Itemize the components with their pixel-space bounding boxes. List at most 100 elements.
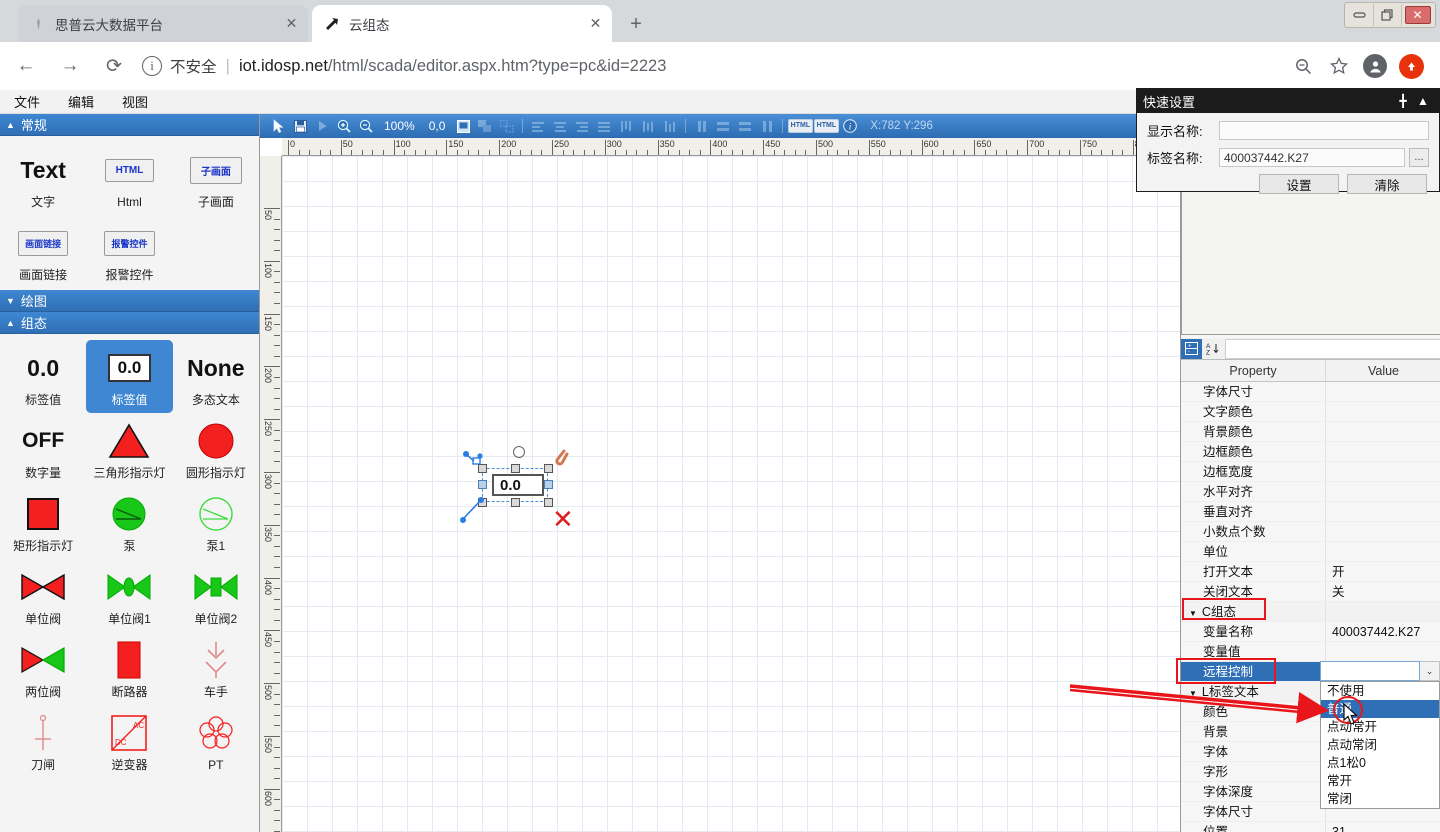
chevron-down-icon-dropdown[interactable]: ⌄	[1420, 661, 1440, 681]
property-row[interactable]: 关闭文本关	[1181, 582, 1440, 602]
property-value[interactable]	[1326, 382, 1440, 401]
group-icon[interactable]	[475, 117, 495, 135]
zoom-out-icon[interactable]	[1288, 51, 1318, 81]
ungroup-icon[interactable]	[497, 117, 517, 135]
tag-name-input[interactable]	[1219, 148, 1405, 167]
property-value[interactable]: 关	[1326, 582, 1440, 601]
palette-item-circle-lamp[interactable]: 圆形指示灯	[173, 413, 259, 486]
property-value[interactable]	[1326, 402, 1440, 421]
window-restore-button[interactable]	[1373, 4, 1401, 26]
zoom-in-icon[interactable]	[334, 117, 354, 135]
set-button[interactable]: 设置	[1259, 174, 1339, 194]
rotate-handle-icon[interactable]	[513, 446, 525, 458]
property-value[interactable]	[1326, 462, 1440, 481]
palette-item-valve[interactable]: 单位阀	[0, 559, 86, 632]
connector-handle-icon[interactable]	[460, 496, 486, 529]
palette-item-digital[interactable]: OFF 数字量	[0, 413, 86, 486]
remote-control-combobox[interactable]: ⌄	[1320, 661, 1440, 681]
palette-section-scada[interactable]: ▲ 组态	[0, 312, 259, 334]
align-bottom-icon[interactable]	[660, 117, 680, 135]
property-row[interactable]: 字体尺寸	[1181, 382, 1440, 402]
forward-button[interactable]: →	[52, 48, 88, 84]
property-row[interactable]: 文字颜色	[1181, 402, 1440, 422]
palette-item-inverter[interactable]: ACDC 逆变器	[86, 705, 172, 778]
selected-component[interactable]: 0.0 ✕	[462, 446, 572, 526]
align-middle-icon[interactable]	[638, 117, 658, 135]
dropdown-option[interactable]: 点1松0	[1321, 754, 1439, 772]
dropdown-option[interactable]: 常开	[1321, 772, 1439, 790]
distribute-h-icon[interactable]	[757, 117, 777, 135]
html-export-icon[interactable]: HTML	[788, 117, 812, 135]
property-row[interactable]: 垂直对齐	[1181, 502, 1440, 522]
tag-browse-button[interactable]: ...	[1409, 148, 1429, 167]
palette-section-general[interactable]: ▲ 常规	[0, 114, 259, 136]
design-canvas[interactable]: 0.0 ✕	[282, 156, 1180, 832]
palette-item-triangle-lamp[interactable]: 三角形指示灯	[86, 413, 172, 486]
dropdown-option[interactable]: 点动常闭	[1321, 736, 1439, 754]
back-button[interactable]: ←	[8, 48, 44, 84]
palette-item-pump[interactable]: 泵	[86, 486, 172, 559]
property-row[interactable]: 小数点个数	[1181, 522, 1440, 542]
resize-handle-nw[interactable]	[478, 464, 487, 473]
palette-item-knife-switch[interactable]: 刀闸	[0, 705, 86, 778]
paperclip-icon[interactable]	[552, 448, 570, 473]
address-bar[interactable]: i 不安全 | iot.idosp.net/html/scada/editor.…	[142, 55, 1288, 77]
palette-item-subscreen[interactable]: 子画面 子画面	[173, 142, 259, 215]
property-value[interactable]	[1326, 482, 1440, 501]
align-left-icon[interactable]	[528, 117, 548, 135]
palette-item-screenlink[interactable]: 画面链接 画面链接	[0, 215, 86, 288]
play-icon[interactable]	[312, 117, 332, 135]
palette-item-valve1[interactable]: 单位阀1	[86, 559, 172, 632]
minimize-icon[interactable]: ▲	[1413, 94, 1433, 108]
same-width-icon[interactable]	[713, 117, 733, 135]
dropdown-option[interactable]: 常闭	[1321, 790, 1439, 808]
menu-view[interactable]: 视图	[108, 92, 162, 111]
menu-edit[interactable]: 编辑	[54, 92, 108, 111]
browser-tab-2-close-icon[interactable]: ✕	[587, 15, 604, 32]
property-row[interactable]: 边框颜色	[1181, 442, 1440, 462]
window-minimize-button[interactable]	[1345, 4, 1373, 26]
menu-file[interactable]: 文件	[0, 92, 54, 111]
resize-handle-s[interactable]	[511, 498, 520, 507]
display-name-input[interactable]	[1219, 121, 1429, 140]
property-value[interactable]	[1326, 502, 1440, 521]
dropdown-option[interactable]: 不使用	[1321, 682, 1439, 700]
property-value[interactable]: 开	[1326, 562, 1440, 581]
palette-item-pump1[interactable]: 泵1	[173, 486, 259, 559]
palette-item-alarmwidget[interactable]: 报警控件 报警控件	[86, 215, 172, 288]
resize-handle-ne[interactable]	[544, 464, 553, 473]
property-row[interactable]: 背景颜色	[1181, 422, 1440, 442]
align-right-icon[interactable]	[572, 117, 592, 135]
remote-control-value[interactable]	[1320, 661, 1420, 681]
property-value[interactable]	[1326, 442, 1440, 461]
chevron-down-icon-group[interactable]: ▼	[1189, 609, 1197, 618]
property-value[interactable]	[1326, 542, 1440, 561]
extension-brand-icon[interactable]	[1396, 51, 1426, 81]
property-row[interactable]: 水平对齐	[1181, 482, 1440, 502]
palette-item-two-pos-valve[interactable]: 两位阀	[0, 632, 86, 705]
align-justify-icon[interactable]	[594, 117, 614, 135]
bookmark-star-icon[interactable]	[1324, 51, 1354, 81]
property-row[interactable]: 变量值	[1181, 642, 1440, 662]
palette-item-valve2[interactable]: 单位阀2	[173, 559, 259, 632]
cursor-icon[interactable]	[268, 117, 288, 135]
resize-handle-n[interactable]	[511, 464, 520, 473]
palette-item-breaker[interactable]: 断路器	[86, 632, 172, 705]
resize-handle-w[interactable]	[478, 480, 487, 489]
palette-item-tagvalue[interactable]: 0.0 标签值	[0, 340, 86, 413]
clear-button[interactable]: 清除	[1347, 174, 1427, 194]
palette-item-multistate-text[interactable]: None 多态文本	[173, 340, 259, 413]
label-value-box[interactable]: 0.0	[492, 474, 544, 496]
property-value[interactable]	[1326, 642, 1440, 661]
palette-item-text[interactable]: Text 文字	[0, 142, 86, 215]
quick-settings-titlebar[interactable]: 快速设置 ╋ ▲	[1137, 89, 1439, 113]
property-row[interactable]: 变量名称400037442.K27	[1181, 622, 1440, 642]
categorize-icon[interactable]: +-	[1181, 339, 1202, 359]
delete-marker-icon[interactable]: ✕	[552, 506, 574, 532]
chevron-down-icon-group[interactable]: ▼	[1189, 689, 1197, 698]
browser-tab-2[interactable]: 云组态 ✕	[312, 5, 612, 42]
browser-tab-1[interactable]: 思普云大数据平台 ✕	[18, 5, 308, 42]
profile-avatar-icon[interactable]	[1360, 51, 1390, 81]
palette-section-draw[interactable]: ▼ 绘图	[0, 290, 259, 312]
new-tab-button[interactable]: +	[622, 11, 650, 39]
